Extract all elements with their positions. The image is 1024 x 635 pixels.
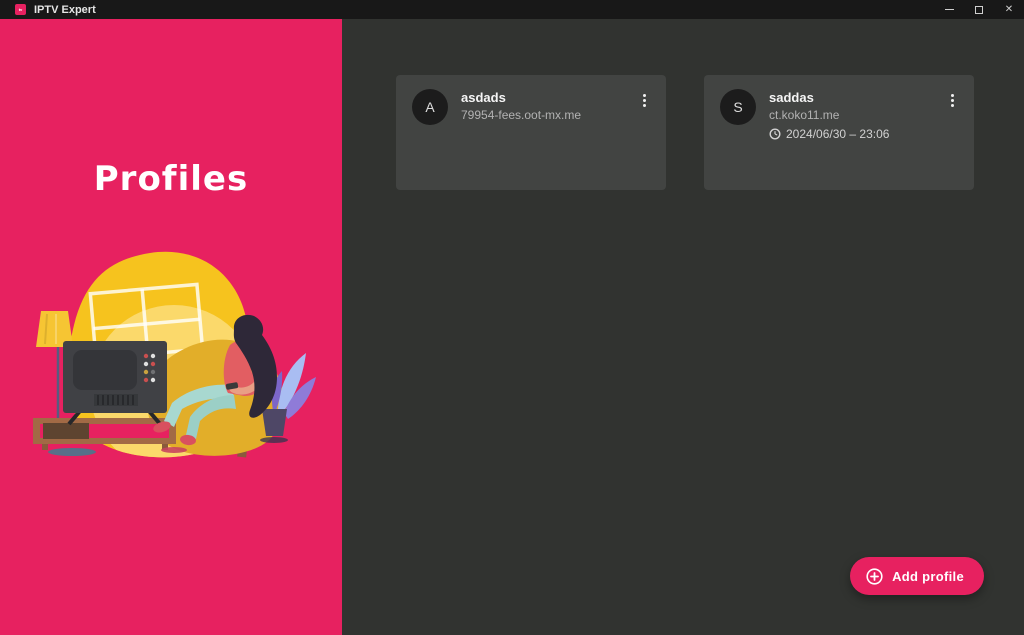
maximize-icon [975, 6, 983, 14]
sidebar-panel: Profiles [0, 19, 342, 635]
kebab-dot [643, 104, 646, 107]
titlebar: tv IPTV Expert ✕ [0, 0, 1024, 19]
add-profile-label: Add profile [892, 569, 964, 584]
clock-icon [769, 128, 781, 140]
profile-card-asdads[interactable]: A asdads 79954-fees.oot-mx.me [396, 75, 666, 190]
profiles-content: A asdads 79954-fees.oot-mx.me S [342, 19, 1024, 635]
close-button[interactable]: ✕ [994, 0, 1024, 19]
tv [63, 341, 167, 424]
profile-name: asdads [461, 90, 636, 105]
profile-cards-row: A asdads 79954-fees.oot-mx.me S [396, 75, 974, 190]
minimize-icon [945, 9, 954, 10]
avatar: S [720, 89, 756, 125]
watching-tv-illustration [16, 237, 328, 465]
app-logo-icon: tv [15, 4, 26, 15]
kebab-dot [643, 94, 646, 97]
avatar: A [412, 89, 448, 125]
profile-menu-button[interactable] [944, 91, 960, 109]
window-title: IPTV Expert [34, 4, 96, 16]
profile-expiry: 2024/06/30 – 23:06 [769, 127, 944, 141]
app-logo-text: tv [19, 7, 23, 12]
plus-circle-icon [866, 568, 883, 585]
kebab-dot [643, 99, 646, 102]
profile-url: ct.koko11.me [769, 108, 944, 122]
kebab-dot [951, 94, 954, 97]
profile-menu-button[interactable] [636, 91, 652, 109]
app-window: tv IPTV Expert ✕ Profiles [0, 0, 1024, 635]
add-profile-button[interactable]: Add profile [850, 557, 984, 595]
minimize-button[interactable] [934, 0, 964, 19]
close-icon: ✕ [1005, 5, 1013, 15]
window-controls: ✕ [934, 0, 1024, 19]
page-title: Profiles [0, 159, 342, 199]
kebab-dot [951, 99, 954, 102]
profile-expiry-text: 2024/06/30 – 23:06 [786, 127, 889, 141]
kebab-dot [951, 104, 954, 107]
profile-name: saddas [769, 90, 944, 105]
profile-card-saddas[interactable]: S saddas ct.koko11.me 2024/06/30 – 23 [704, 75, 974, 190]
maximize-button[interactable] [964, 0, 994, 19]
profile-url: 79954-fees.oot-mx.me [461, 108, 636, 122]
